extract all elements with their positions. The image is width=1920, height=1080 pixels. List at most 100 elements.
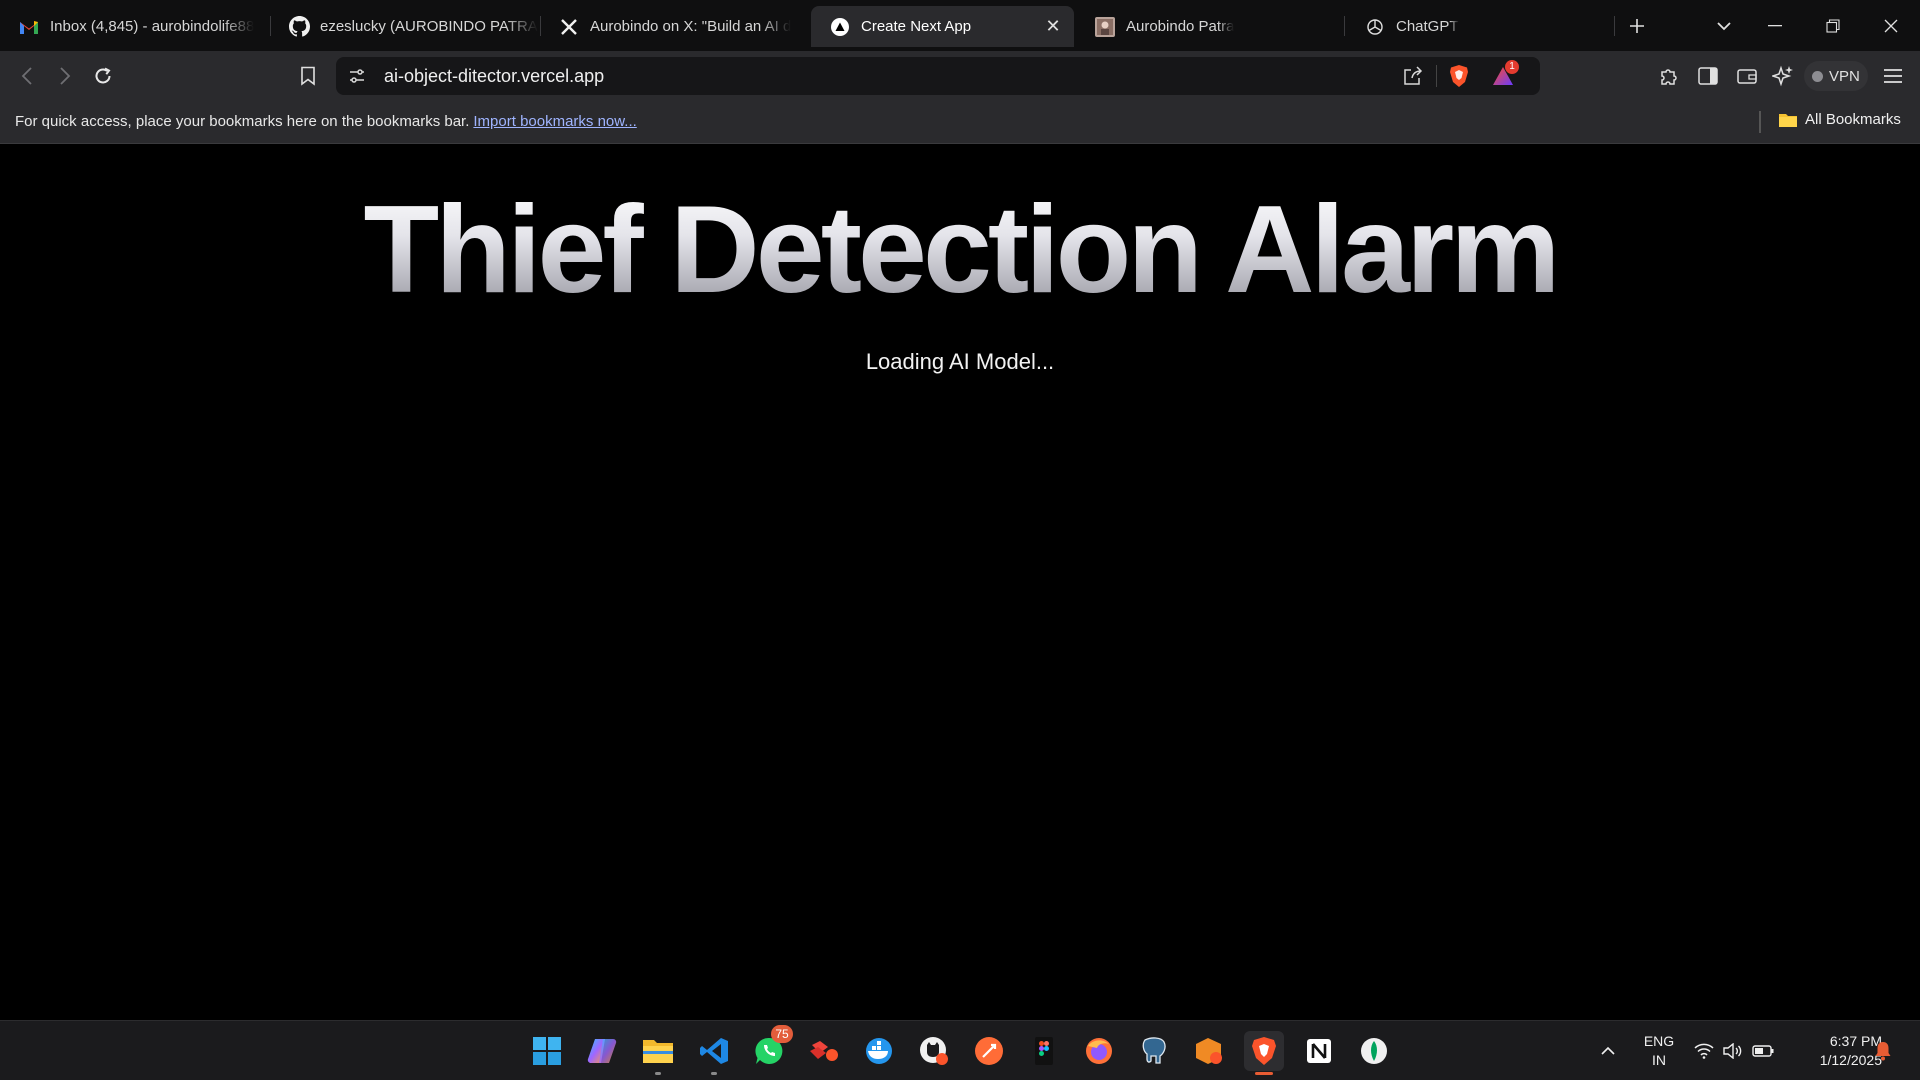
new-tab-button[interactable] — [1609, 0, 1665, 51]
running-indicator — [711, 1072, 717, 1075]
gmail-icon — [18, 16, 40, 38]
loading-status: Loading AI Model... — [865, 349, 1055, 374]
github-desktop-button[interactable] — [914, 1031, 954, 1071]
tab-title: ezeslucky (AUROBINDO PATRA) — [320, 18, 538, 35]
vercel-icon — [829, 16, 851, 38]
notifications-button[interactable] — [1874, 1021, 1898, 1080]
anydesk-icon — [810, 1041, 838, 1061]
firefox-button[interactable] — [1079, 1031, 1119, 1071]
vpn-label: VPN — [1829, 67, 1860, 85]
bell-icon — [1875, 1042, 1891, 1061]
tab-github[interactable]: ezeslucky (AUROBINDO PATRA) — [270, 6, 538, 47]
github-icon — [288, 16, 310, 38]
wallet-icon — [1737, 69, 1757, 84]
firefox-icon — [1086, 1038, 1112, 1064]
bookmarks-hint-text: For quick access, place your bookmarks h… — [15, 113, 470, 130]
figma-button[interactable] — [1024, 1031, 1064, 1071]
whatsapp-button[interactable]: 75 — [749, 1025, 793, 1071]
file-explorer-button[interactable] — [638, 1031, 678, 1075]
clock-date: 1/12/2025 — [1819, 1052, 1882, 1068]
clock-time: 6:37 PM — [1829, 1033, 1882, 1049]
brave-lion-icon — [1252, 1037, 1276, 1065]
mongodb-compass-button[interactable] — [1354, 1031, 1394, 1071]
reload-button[interactable] — [90, 63, 116, 89]
puzzle-icon — [1661, 69, 1677, 85]
anydesk-button[interactable] — [804, 1031, 844, 1071]
forward-arrow-icon — [60, 67, 71, 85]
windows-taskbar: 75 ENG IN 6:37 PM 1/12/2025 — [0, 1020, 1920, 1080]
close-tab-icon[interactable]: ✕ — [1044, 17, 1062, 35]
figma-icon — [1035, 1037, 1053, 1065]
sidebar-icon — [1698, 67, 1718, 85]
page-viewport: Thief Detection Alarm Loading AI Model..… — [0, 145, 1920, 1020]
url-text: ai-object-ditector.vercel.app — [384, 66, 605, 86]
postgresql-button[interactable] — [1134, 1031, 1174, 1071]
vpn-button[interactable]: VPN — [1804, 61, 1868, 91]
tab-x[interactable]: Aurobindo on X: "Build an AI d — [540, 6, 808, 47]
wifi-icon[interactable] — [1694, 1021, 1718, 1080]
running-indicator — [655, 1072, 661, 1075]
tab-title: Inbox (4,845) - aurobindolife88 — [50, 18, 255, 35]
sparkle-icon — [1772, 65, 1793, 87]
language-code: ENG — [1643, 1033, 1675, 1049]
tab-gmail[interactable]: Inbox (4,845) - aurobindolife88 — [0, 6, 268, 47]
tab-title: Aurobindo on X: "Build an AI d — [590, 18, 792, 35]
bookmark-button[interactable] — [295, 63, 321, 89]
language-region: IN — [1652, 1052, 1666, 1068]
page-heading: Thief Detection Alarm — [0, 180, 1920, 320]
chevron-up-icon — [1601, 1046, 1615, 1055]
active-app-indicator — [1255, 1072, 1273, 1075]
brave-rewards-icon[interactable]: 1 — [1491, 60, 1519, 92]
all-bookmarks-button[interactable]: All Bookmarks — [1778, 111, 1901, 128]
notion-button[interactable] — [1299, 1031, 1339, 1071]
volume-icon[interactable] — [1722, 1021, 1746, 1080]
tab-title: Aurobindo Patra — [1126, 18, 1235, 35]
bookmark-icon — [301, 66, 315, 86]
vscode-button[interactable] — [694, 1031, 734, 1075]
restore-button[interactable] — [1805, 0, 1861, 51]
vscode-icon — [700, 1038, 728, 1064]
extensions-button[interactable] — [1656, 63, 1682, 89]
back-button[interactable] — [14, 63, 40, 89]
brave-nightly-button[interactable] — [1189, 1031, 1229, 1071]
leo-ai-button[interactable] — [1770, 63, 1796, 89]
brave-shields-icon[interactable] — [1448, 64, 1470, 93]
notion-icon — [1307, 1039, 1331, 1063]
hamburger-menu-icon — [1884, 69, 1902, 83]
close-icon — [1884, 19, 1898, 32]
site-settings-icon[interactable] — [348, 67, 366, 90]
tab-chatgpt[interactable]: ChatGPT — [1346, 6, 1614, 47]
import-bookmarks-link[interactable]: Import bookmarks now... — [473, 113, 636, 130]
omnibox-divider — [1436, 65, 1437, 87]
postman-button[interactable] — [969, 1031, 1009, 1071]
docker-button[interactable] — [859, 1031, 899, 1071]
clock[interactable]: 6:37 PM 1/12/2025 — [1786, 1032, 1882, 1070]
close-window-button[interactable] — [1863, 0, 1919, 51]
minimize-button[interactable] — [1747, 0, 1803, 51]
main-menu-button[interactable] — [1880, 63, 1906, 89]
brave-nightly-icon — [1196, 1038, 1222, 1064]
wallet-button[interactable] — [1734, 63, 1760, 89]
tab-create-next-app[interactable]: Create Next App ✕ — [811, 6, 1074, 47]
copilot-button[interactable] — [582, 1031, 622, 1071]
tab-separator — [1344, 16, 1345, 36]
show-hidden-icons-button[interactable] — [1600, 1021, 1622, 1080]
rewards-badge: 1 — [1505, 60, 1519, 74]
tab-search-button[interactable] — [1696, 0, 1752, 51]
postgresql-elephant-icon — [1142, 1037, 1166, 1064]
tab-profile[interactable]: Aurobindo Patra — [1076, 6, 1344, 47]
folder-icon — [1779, 113, 1797, 127]
battery-icon[interactable] — [1752, 1021, 1778, 1080]
brave-browser-button[interactable] — [1244, 1031, 1284, 1075]
start-button[interactable] — [527, 1031, 567, 1071]
sidebar-button[interactable] — [1695, 63, 1721, 89]
forward-button[interactable] — [52, 63, 78, 89]
bookmarks-hint: For quick access, place your bookmarks h… — [15, 113, 637, 130]
plus-icon — [1630, 18, 1644, 33]
address-bar[interactable]: ai-object-ditector.vercel.app 1 — [336, 57, 1540, 95]
minimize-icon — [1768, 24, 1782, 26]
input-language-indicator[interactable]: ENG IN — [1641, 1032, 1677, 1070]
back-arrow-icon — [21, 67, 32, 85]
browser-toolbar: ai-object-ditector.vercel.app 1 VPN — [0, 51, 1920, 101]
share-icon[interactable] — [1402, 66, 1424, 91]
